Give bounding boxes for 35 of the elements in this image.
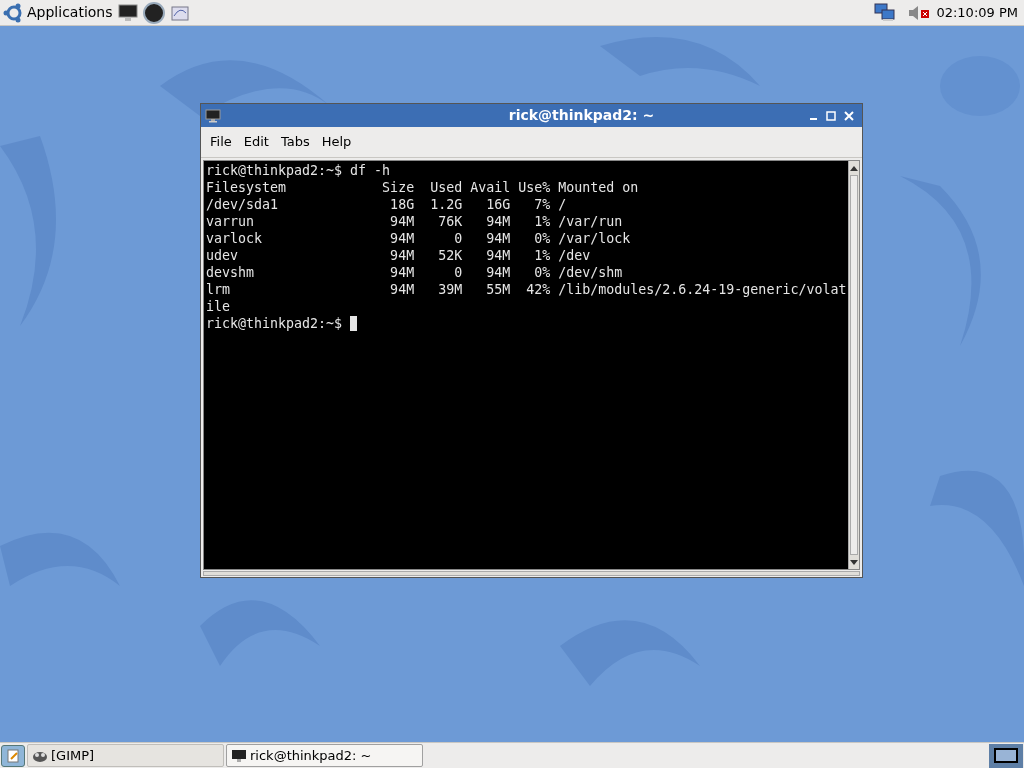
- terminal-line: varrun 94M 76K 94M 1% /var/run: [206, 213, 623, 230]
- terminal-line: lrm 94M 39M 55M 42% /lib/modules/2.6.24-19-generic/volat: [206, 281, 847, 298]
- terminal-line: udev 94M 52K 94M 1% /dev: [206, 247, 591, 264]
- terminal-line: /dev/sda1 18G 1.2G 16G 7% /: [206, 196, 567, 213]
- menu-item[interactable]: File: [205, 132, 237, 152]
- terminal-line: devshm 94M 0 94M 0% /dev/shm: [206, 264, 623, 281]
- workspace-switcher[interactable]: [989, 743, 1023, 768]
- pencil-note-icon: [6, 748, 20, 763]
- maximize-icon: [826, 110, 836, 121]
- terminal-line: rick@thinkpad2:~$ df -h: [206, 162, 391, 179]
- clock[interactable]: 02:10:09 PM: [936, 2, 1018, 23]
- monitor-icon: [231, 748, 247, 763]
- menu-item[interactable]: Tabs: [275, 132, 315, 152]
- task-button[interactable]: rick@thinkpad2: ~: [226, 744, 423, 767]
- network-icon[interactable]: [874, 2, 897, 23]
- round-launcher-icon[interactable]: [142, 1, 165, 24]
- terminal-icon: [205, 108, 221, 123]
- circle-logo-icon: [2, 1, 24, 24]
- terminal-line: Filesystem Size Used Avail Use% Mounted on: [206, 179, 639, 196]
- title-bar[interactable]: rick@thinkpad2: ~: [201, 104, 862, 127]
- menu-item[interactable]: Edit: [238, 132, 274, 152]
- applications-menu[interactable]: Applications: [2, 1, 113, 24]
- menu-item[interactable]: Help: [316, 132, 357, 152]
- terminal-line: rick@thinkpad2:~$: [206, 315, 344, 332]
- close-icon: [844, 110, 854, 121]
- vertical-scrollbar[interactable]: [848, 161, 859, 569]
- show-desktop-button[interactable]: [1, 744, 25, 767]
- resize-grip[interactable]: [203, 571, 860, 576]
- window-title: rick@thinkpad2: ~: [507, 106, 656, 125]
- minimize-icon: [809, 118, 817, 120]
- terminal-line: varlock 94M 0 94M 0% /var/lock: [206, 230, 631, 247]
- monitor-launcher-icon[interactable]: [116, 1, 139, 24]
- muted-speaker-icon[interactable]: [908, 4, 931, 21]
- terminal-line: ile: [206, 298, 231, 315]
- task-button[interactable]: [GIMP]: [27, 744, 224, 767]
